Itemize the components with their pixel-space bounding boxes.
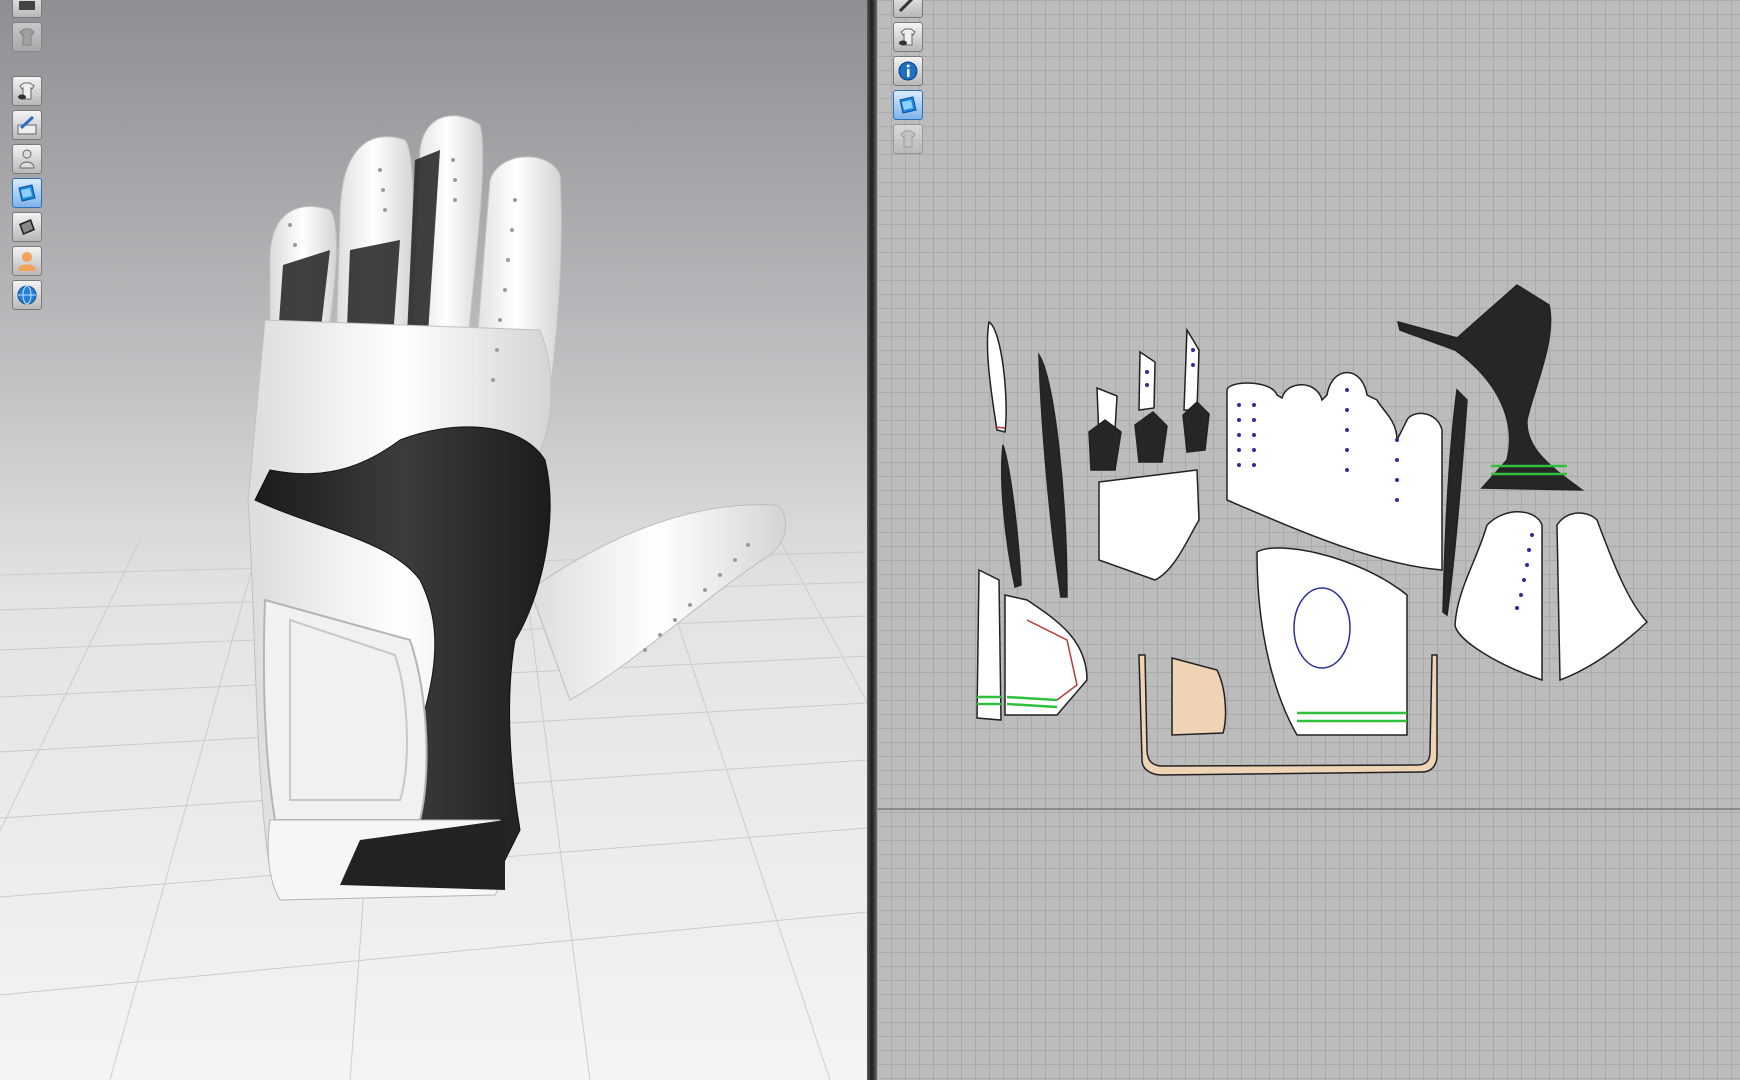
render-settings-icon (19, 1, 35, 10)
shading-mode-icon (19, 219, 35, 235)
pattern-pieces (976, 284, 1649, 776)
viewport-3d[interactable] (0, 0, 867, 1080)
pattern-piece-palm-fingers (1226, 371, 1443, 571)
avatar-skin-icon (18, 252, 36, 271)
show-pins-icon (17, 115, 37, 135)
pattern-piece-strip-3 (1038, 352, 1068, 598)
edit-pattern-button[interactable] (893, 0, 923, 18)
environment-globe-button[interactable] (12, 280, 42, 310)
pattern-piece-thumb-b (1556, 512, 1649, 682)
show-pins-button[interactable] (12, 110, 42, 140)
pattern-piece-strip-1 (986, 320, 1007, 433)
environment-globe-icon (17, 285, 37, 305)
lock-pattern-icon (900, 130, 916, 148)
show-avatar-button[interactable] (12, 144, 42, 174)
viewport-2d-toolbar (893, 0, 923, 154)
shading-mode-button[interactable] (12, 212, 42, 242)
texture-view-button[interactable] (12, 178, 42, 208)
pattern-piece-strip-2 (1001, 444, 1022, 588)
viewport-2d-pattern[interactable] (877, 0, 1740, 1080)
show-pattern-button[interactable] (893, 22, 923, 52)
garment-shirt-icon (19, 28, 35, 46)
texture-2d-button[interactable] (893, 90, 923, 120)
pattern-piece-fourchette (1098, 469, 1200, 581)
show-garment-button[interactable] (12, 76, 42, 106)
viewport-3d-toolbar (12, 0, 42, 310)
texture-view-icon (18, 184, 36, 202)
edit-pattern-icon (898, 0, 914, 13)
info-button[interactable] (893, 56, 923, 86)
pattern-piece-thumb-a (1454, 511, 1543, 682)
render-settings-button[interactable] (12, 0, 42, 18)
pattern-piece-tan-insert (1171, 657, 1227, 736)
avatar-skin-button[interactable] (12, 246, 42, 276)
show-garment-icon (18, 82, 35, 100)
glove-3d-model[interactable] (0, 0, 867, 1080)
info-icon (898, 61, 918, 81)
show-avatar-icon (19, 149, 35, 169)
pattern-piece-side-black (1442, 388, 1468, 617)
garment-shirt-button[interactable] (12, 22, 42, 52)
viewport-splitter[interactable] (867, 0, 877, 1080)
texture-2d-icon (899, 96, 917, 114)
pattern-piece-palm-hole (1293, 587, 1351, 669)
lock-pattern-button[interactable] (893, 124, 923, 154)
show-pattern-icon (899, 28, 916, 46)
